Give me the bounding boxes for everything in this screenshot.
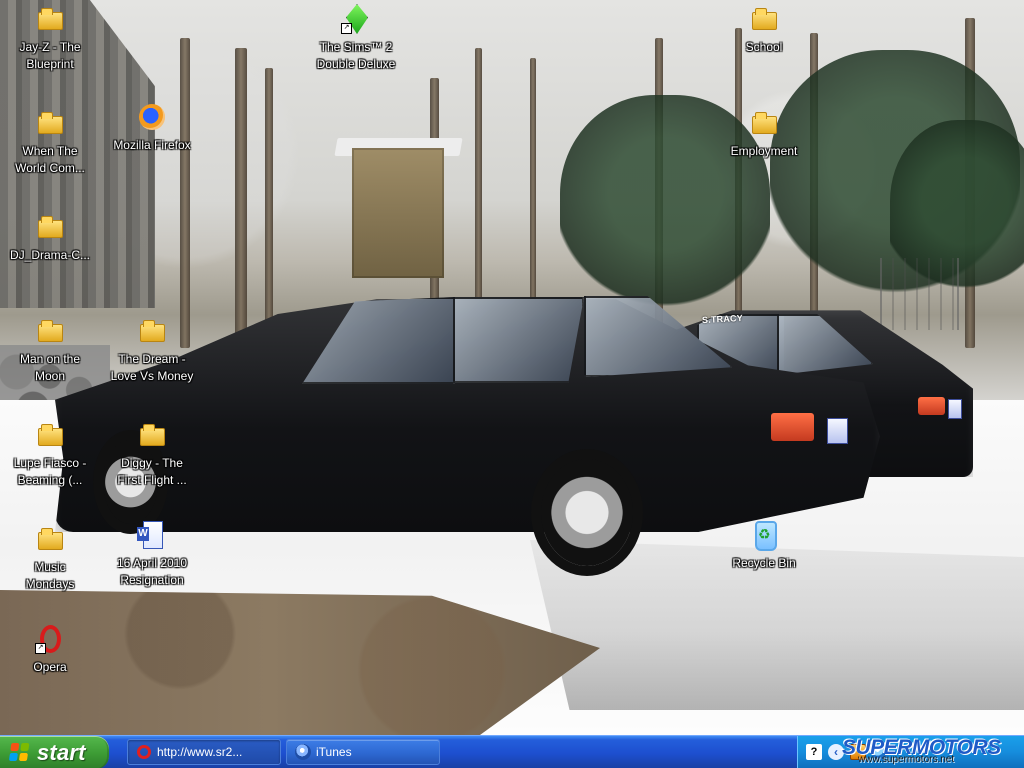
desktop-icon-recycle-bin[interactable]: Recycle Bin <box>716 520 812 572</box>
tree <box>530 58 536 348</box>
globe-icon[interactable] <box>872 744 888 760</box>
tree <box>655 38 663 348</box>
word-document-icon <box>137 520 167 550</box>
back-car <box>668 310 973 477</box>
opera-icon: ↗ <box>35 624 65 654</box>
folder-icon <box>35 4 65 34</box>
taskbar-item-browser[interactable]: http://www.sr2... <box>127 739 281 765</box>
desktop-icon-employment[interactable]: Employment <box>716 108 812 160</box>
opera-icon <box>136 744 152 760</box>
car-window <box>584 296 732 377</box>
desktop-icon-music-mondays[interactable]: Music Mondays <box>2 524 98 593</box>
desktop-icon-lupe-fiasco[interactable]: Lupe Fiasco - Beaming (... <box>2 420 98 489</box>
desktop-icon-label: Opera <box>33 660 67 674</box>
fence <box>880 258 959 330</box>
folder-icon <box>35 212 65 242</box>
folder-icon <box>35 420 65 450</box>
pine-tree <box>770 50 1020 300</box>
folder-icon <box>35 316 65 346</box>
shed <box>352 148 444 278</box>
desktop-icon-sims[interactable]: ↗ The Sims™ 2 Double Deluxe <box>308 4 404 73</box>
taskbar: start http://www.sr2... iTunes ? ‹ <box>0 735 1024 768</box>
folder-icon <box>749 4 779 34</box>
tree <box>265 68 273 348</box>
itunes-icon <box>295 744 311 760</box>
desktop-icon-label: DJ_Drama-C... <box>9 248 90 262</box>
taskbar-item-label: iTunes <box>316 745 352 759</box>
desktop-icon-diggy[interactable]: Diggy - The First Flight ... <box>104 420 200 489</box>
car-wheel <box>541 459 633 566</box>
desktop-icon-label: Man on the Moon <box>19 352 81 383</box>
desktop-icon-label: Lupe Fiasco - Beaming (... <box>13 456 87 487</box>
pine-tree <box>890 120 1024 300</box>
folder-icon <box>137 420 167 450</box>
folder-icon <box>35 108 65 138</box>
desktop-icon-label: Mozilla Firefox <box>113 138 191 152</box>
desktop-icon-firefox[interactable]: Mozilla Firefox <box>104 102 200 154</box>
desktop-icon-school[interactable]: School <box>716 4 812 56</box>
desktop-icon-label: When The World Com... <box>15 144 85 175</box>
start-label: start <box>37 739 86 765</box>
system-tray: ? ‹ <box>797 736 1024 768</box>
car-window <box>777 314 873 375</box>
recycle-bin-icon <box>749 520 779 551</box>
shed-roof <box>334 138 463 156</box>
tree <box>965 18 975 348</box>
warning-icon[interactable] <box>850 744 866 760</box>
sims-icon: ↗ <box>341 4 371 34</box>
shortcut-arrow-icon: ↗ <box>341 23 352 34</box>
desktop-icon-label: School <box>745 40 783 54</box>
folder-icon <box>749 108 779 138</box>
firefox-icon <box>137 102 167 132</box>
desktop-icon-man-on-the-moon[interactable]: Man on the Moon <box>2 316 98 385</box>
tree <box>810 33 818 348</box>
car-window <box>697 314 786 376</box>
license-plate <box>827 418 848 444</box>
start-button[interactable]: start <box>0 736 109 768</box>
desktop-icon-jay-z[interactable]: Jay-Z - The Blueprint <box>2 4 98 73</box>
tail-light <box>918 397 945 415</box>
desktop-icon-opera[interactable]: ↗ Opera <box>2 624 98 676</box>
arrow-icon[interactable]: ‹ <box>828 744 844 760</box>
desktop-icon-dj-drama[interactable]: DJ_Drama-C... <box>2 212 98 264</box>
tree <box>430 78 439 348</box>
desktop-icon-when-the-world[interactable]: When The World Com... <box>2 108 98 177</box>
desktop-icon-label: Recycle Bin <box>732 556 796 570</box>
taskbar-item-itunes[interactable]: iTunes <box>286 739 440 765</box>
desktop-icon-label: The Dream - Love Vs Money <box>110 352 194 383</box>
license-plate <box>948 399 962 419</box>
help-icon[interactable]: ? <box>806 744 822 760</box>
desktop-icon-label: Jay-Z - The Blueprint <box>19 40 81 71</box>
tree <box>235 48 247 348</box>
desktop: S.TRACY Jay-Z - The Blueprint ↗ The Sims… <box>0 0 1024 768</box>
desktop-icon-label: Music Mondays <box>25 560 75 591</box>
desktop-icon-label: 16 April 2010 Resignation <box>116 556 188 587</box>
folder-icon <box>35 524 65 554</box>
shortcut-arrow-icon: ↗ <box>35 643 46 654</box>
tail-light <box>771 413 814 441</box>
tree <box>735 28 742 348</box>
tree <box>180 38 190 348</box>
windows-logo-icon <box>8 742 32 763</box>
desktop-icon-label: The Sims™ 2 Double Deluxe <box>316 40 396 71</box>
desktop-icon-the-dream[interactable]: The Dream - Love Vs Money <box>104 316 200 385</box>
car-window <box>453 297 584 383</box>
desktop-icon-resignation[interactable]: 16 April 2010 Resignation <box>104 520 200 589</box>
folder-icon <box>137 316 167 346</box>
desktop-icon-label: Employment <box>730 144 798 158</box>
window-sticker: S.TRACY <box>701 312 744 326</box>
car-window <box>302 297 455 384</box>
tree <box>475 48 482 348</box>
taskbar-item-label: http://www.sr2... <box>157 745 243 759</box>
desktop-icon-label: Diggy - The First Flight ... <box>117 456 187 487</box>
